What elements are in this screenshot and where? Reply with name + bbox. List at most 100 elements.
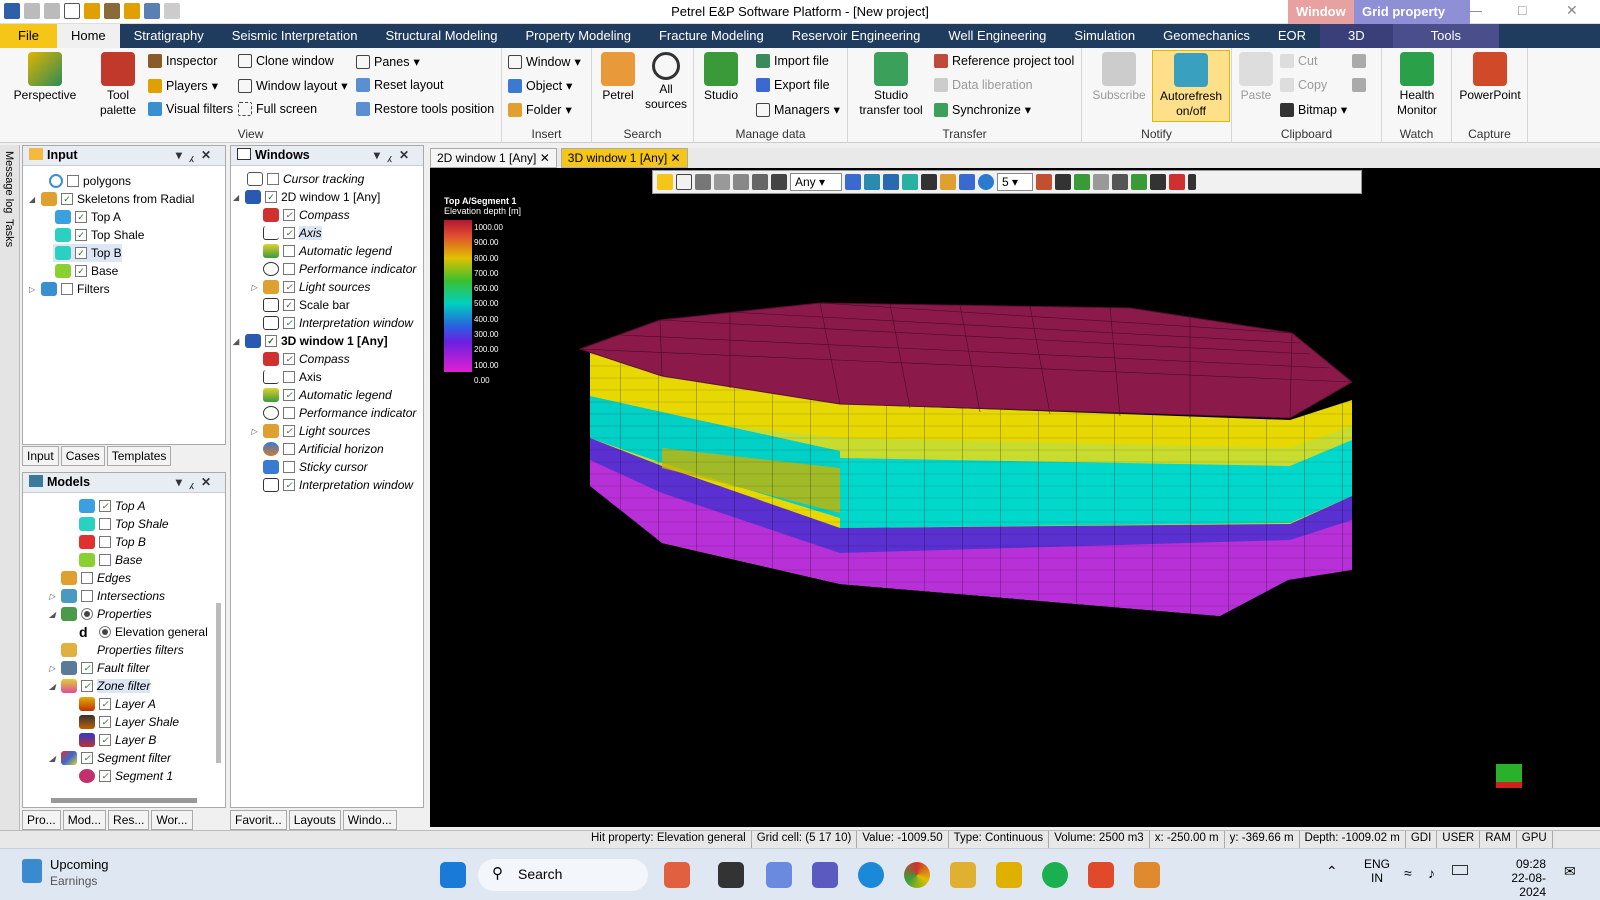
checkbox[interactable] [99, 518, 111, 530]
radio[interactable] [99, 626, 111, 638]
import-file-button[interactable]: Import file [756, 54, 829, 68]
tree-item-skeletons[interactable]: ◢ ✓ Skeletons from Radial [29, 190, 194, 208]
radio[interactable] [81, 608, 93, 620]
notification-icon[interactable]: ✉ [1564, 863, 1576, 880]
light-icon[interactable] [940, 174, 956, 190]
win-item-axis-3d[interactable]: Axis [261, 368, 322, 386]
wifi-icon[interactable]: ≈ [1404, 865, 1412, 881]
widget-icon[interactable] [22, 859, 42, 883]
model-item-fault-filter[interactable]: ▷ ✓ Fault filter [49, 659, 150, 677]
powerpoint-button[interactable]: PowerPoint [1454, 52, 1526, 103]
pin-icon[interactable] [1188, 174, 1196, 190]
file-explorer-icon[interactable] [950, 862, 976, 888]
panes-button[interactable]: Panes ▾ [356, 54, 420, 69]
widget-app-icon[interactable] [664, 862, 690, 888]
draw-icon[interactable] [771, 174, 787, 190]
panel-controls[interactable]: ▾⁁✕ [176, 148, 219, 162]
checkbox[interactable]: ✓ [283, 353, 295, 365]
visual-filters-button[interactable]: Visual filters [148, 102, 233, 116]
copy-button[interactable]: Copy [1280, 78, 1327, 92]
data-liberation-button[interactable]: Data liberation [934, 78, 1033, 92]
tab-tools[interactable]: Tools [1392, 24, 1499, 48]
copilot-icon[interactable] [766, 862, 792, 888]
tab-templates[interactable]: Templates [106, 446, 172, 466]
tab-processes[interactable]: Pro... [22, 810, 61, 830]
start-icon[interactable] [440, 862, 466, 888]
rr-icon[interactable] [752, 174, 768, 190]
model-item-intersections[interactable]: ▷ Intersections [49, 587, 165, 605]
checkbox[interactable] [81, 590, 93, 602]
checkbox[interactable]: ✓ [99, 500, 111, 512]
tab-simulation[interactable]: Simulation [1060, 24, 1149, 48]
checkbox[interactable] [283, 263, 295, 275]
context-tab-grid-property[interactable]: Grid property [1354, 0, 1470, 24]
win-item-cursor-tracking[interactable]: Cursor tracking [245, 170, 364, 188]
tab-models[interactable]: Mod... [62, 810, 107, 830]
chrome-icon[interactable] [904, 862, 930, 888]
model-item-layer-shale[interactable]: ✓ Layer Shale [77, 713, 179, 731]
win-item-artificial-horizon[interactable]: Artificial horizon [261, 440, 384, 458]
checkbox[interactable]: ✓ [283, 479, 295, 491]
domain-select[interactable]: Any ▾ [790, 173, 842, 191]
restore-tools-button[interactable]: Restore tools position [356, 102, 494, 116]
reference-project-tool-button[interactable]: Reference project tool [934, 54, 1074, 68]
insert-window-button[interactable]: Window ▾ [508, 54, 581, 69]
models-scrollbar[interactable] [216, 603, 221, 763]
checkbox[interactable]: ✓ [99, 770, 111, 782]
checkbox[interactable] [283, 245, 295, 257]
view-all-icon[interactable] [883, 174, 899, 190]
checkbox[interactable] [283, 407, 295, 419]
3d-viewport[interactable] [430, 168, 1600, 827]
teams-icon[interactable] [812, 862, 838, 888]
tab-cases[interactable]: Cases [60, 446, 105, 466]
tool-palette-button[interactable]: Tool palette [90, 52, 146, 118]
binoculars-icon[interactable] [921, 174, 937, 190]
format-painter-icon[interactable] [1352, 54, 1366, 68]
win-item-auto-legend[interactable]: Automatic legend [261, 242, 392, 260]
checkbox[interactable]: ✓ [283, 227, 295, 239]
paste-button[interactable]: Paste [1236, 52, 1276, 103]
tab-3d-window[interactable]: 3D window 1 [Any] ✕ [560, 148, 688, 168]
model-item-segment-1[interactable]: ✓ Segment 1 [77, 767, 173, 785]
checkbox[interactable]: ✓ [75, 247, 87, 259]
checkbox[interactable]: ✓ [265, 191, 277, 203]
pick-icon[interactable] [714, 174, 730, 190]
tab-3d[interactable]: 3D [1320, 24, 1393, 48]
clone-window-button[interactable]: Clone window [238, 54, 334, 68]
synchronize-button[interactable]: Synchronize ▾ [934, 102, 1031, 117]
tool-icon-b[interactable] [1055, 174, 1071, 190]
checkbox[interactable]: ✓ [75, 211, 87, 223]
model-item-edges[interactable]: Edges [59, 569, 131, 587]
studio-button[interactable]: Studio [698, 52, 744, 103]
tree-item-filters[interactable]: ▷ Filters [29, 280, 110, 298]
orientation-cube-icon[interactable] [1496, 764, 1522, 788]
clock[interactable]: 09:28 22-08-2024 [1490, 857, 1546, 899]
model-item-properties-filters[interactable]: Properties filters [59, 641, 184, 659]
axis-tool-icon[interactable] [1112, 174, 1128, 190]
tree-item-base[interactable]: ✓ Base [53, 262, 118, 280]
taskbar-search[interactable]: ⚲ Search [478, 859, 648, 891]
globe-icon[interactable] [978, 174, 994, 190]
model-item-segment-filter[interactable]: ◢ ✓ Segment filter [49, 749, 171, 767]
models-hscrollbar[interactable] [51, 798, 197, 803]
model-item-base[interactable]: Base [77, 551, 142, 569]
studio-transfer-button[interactable]: Studio transfer tool [854, 52, 928, 118]
tab-well-engineering[interactable]: Well Engineering [934, 24, 1060, 48]
tab-home[interactable]: Home [56, 24, 120, 48]
battery-icon[interactable] [1452, 865, 1468, 875]
autorefresh-toggle[interactable]: Autorefresh on/off [1152, 50, 1230, 122]
win-item-compass-3d[interactable]: ✓ Compass [261, 350, 350, 368]
win-item-performance[interactable]: Performance indicator [261, 260, 416, 278]
tree-item-top-shale[interactable]: ✓ Top Shale [53, 226, 144, 244]
checkbox[interactable] [61, 283, 73, 295]
managers-button[interactable]: Managers ▾ [756, 102, 840, 117]
tab-eor[interactable]: EOR [1264, 24, 1320, 48]
panel-controls[interactable]: ▾⁁✕ [176, 475, 219, 489]
checkbox[interactable] [283, 371, 295, 383]
win-item-sticky-cursor[interactable]: Sticky cursor [261, 458, 368, 476]
tab-2d-window[interactable]: 2D window 1 [Any] ✕ [430, 148, 557, 168]
task-view-icon[interactable] [718, 862, 744, 888]
win-item-light-sources[interactable]: ▷ ✓ Light sources [251, 278, 370, 296]
center-icon[interactable] [902, 174, 918, 190]
window-layout-button[interactable]: Window layout ▾ [238, 78, 348, 93]
